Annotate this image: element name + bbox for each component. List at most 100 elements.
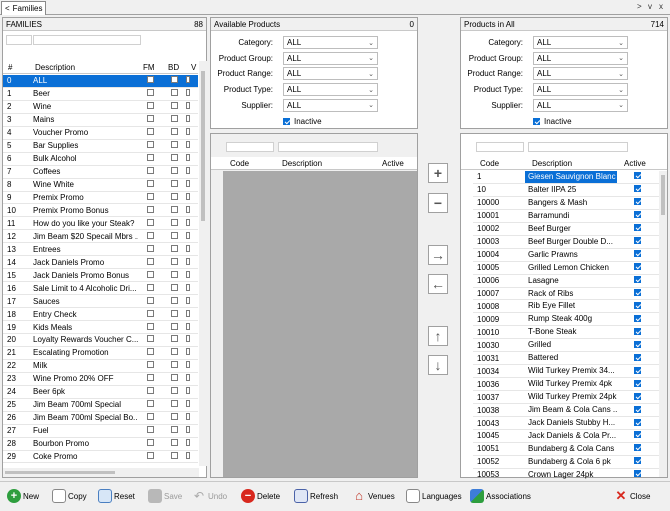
v-checkbox[interactable] — [186, 439, 190, 447]
fm-checkbox[interactable] — [147, 296, 154, 304]
table-row[interactable]: 23 Wine Promo 20% OFF — [3, 373, 198, 386]
fm-checkbox[interactable] — [147, 283, 154, 291]
table-row[interactable]: 29 Coke Promo — [3, 451, 198, 464]
bd-checkbox[interactable] — [171, 218, 178, 226]
fm-checkbox[interactable] — [147, 361, 154, 369]
active-checkbox[interactable] — [633, 431, 641, 439]
active-checkbox[interactable] — [633, 237, 641, 245]
table-row[interactable]: 4 Voucher Promo — [3, 127, 198, 140]
v-checkbox[interactable] — [186, 193, 190, 201]
table-row[interactable]: 19 Kids Meals — [3, 321, 198, 334]
tab-list-chevron[interactable]: v — [648, 2, 652, 11]
fm-checkbox[interactable] — [147, 257, 154, 265]
families-filter-number[interactable] — [6, 35, 32, 45]
table-row[interactable]: 1 Giesen Sauvignon Blanc — [473, 170, 659, 184]
active-checkbox[interactable] — [633, 444, 641, 452]
table-row[interactable]: 10010 T-Bone Steak — [473, 326, 659, 340]
table-row[interactable]: 10007 Rack of Ribs — [473, 288, 659, 301]
table-row[interactable]: 10005 Grilled Lemon Chicken — [473, 262, 659, 275]
table-row[interactable]: 10004 Garlic Prawns — [473, 249, 659, 262]
v-checkbox[interactable] — [186, 296, 190, 304]
refresh-button[interactable]: Refresh — [294, 489, 338, 503]
table-row[interactable]: 0 ALL — [3, 75, 198, 88]
table-row[interactable]: 3 Mains — [3, 114, 198, 127]
venues-button[interactable]: ⌂ Venues — [352, 489, 395, 503]
table-row[interactable]: 10001 Barramundi — [473, 210, 659, 223]
table-row[interactable]: 10036 Wild Turkey Premix 4pk — [473, 378, 659, 392]
v-checkbox[interactable] — [186, 270, 190, 278]
bd-checkbox[interactable] — [171, 439, 178, 447]
v-checkbox[interactable] — [186, 167, 190, 175]
active-checkbox[interactable] — [633, 366, 641, 374]
fm-checkbox[interactable] — [147, 115, 154, 123]
add-product-button[interactable]: + — [428, 163, 448, 183]
v-checkbox[interactable] — [186, 348, 190, 356]
available-col-active[interactable]: Active — [377, 159, 417, 168]
bd-checkbox[interactable] — [171, 400, 178, 408]
active-checkbox[interactable] — [633, 198, 641, 206]
table-row[interactable]: 27 Fuel — [3, 425, 198, 438]
table-row[interactable]: 9 Premix Promo — [3, 192, 198, 205]
bd-checkbox[interactable] — [171, 413, 178, 421]
fm-checkbox[interactable] — [147, 141, 154, 149]
table-row[interactable]: 6 Bulk Alcohol — [3, 153, 198, 166]
v-checkbox[interactable] — [186, 154, 190, 162]
fm-checkbox[interactable] — [147, 76, 154, 84]
inall-col-description[interactable]: Description — [527, 159, 619, 168]
filter-combo[interactable]: ALL ⌄ — [533, 98, 628, 112]
v-checkbox[interactable] — [186, 76, 190, 84]
active-checkbox[interactable] — [633, 172, 641, 180]
move-right-button[interactable]: → — [428, 245, 448, 265]
languages-button[interactable]: Languages — [406, 489, 462, 503]
bd-checkbox[interactable] — [171, 193, 178, 201]
bd-checkbox[interactable] — [171, 348, 178, 356]
col-bd[interactable]: BD — [163, 63, 186, 72]
active-checkbox[interactable] — [633, 418, 641, 426]
fm-checkbox[interactable] — [147, 452, 154, 460]
fm-checkbox[interactable] — [147, 218, 154, 226]
inall-inactive-checkbox[interactable] — [533, 118, 540, 125]
active-checkbox[interactable] — [633, 263, 641, 271]
table-row[interactable]: 10002 Beef Burger — [473, 223, 659, 236]
filter-combo[interactable]: ALL ⌄ — [283, 51, 378, 65]
fm-checkbox[interactable] — [147, 244, 154, 252]
v-checkbox[interactable] — [186, 413, 190, 421]
active-checkbox[interactable] — [633, 185, 641, 193]
bd-checkbox[interactable] — [171, 205, 178, 213]
filter-combo[interactable]: ALL ⌄ — [533, 83, 628, 97]
available-col-description[interactable]: Description — [277, 159, 377, 168]
active-checkbox[interactable] — [633, 250, 641, 258]
v-checkbox[interactable] — [186, 115, 190, 123]
fm-checkbox[interactable] — [147, 335, 154, 343]
active-checkbox[interactable] — [633, 353, 641, 361]
table-row[interactable]: 10000 Bangers & Mash — [473, 197, 659, 210]
table-row[interactable]: 10 Balter IIPA 25 — [473, 184, 659, 197]
table-row[interactable]: 10037 Wild Turkey Premix 24pk — [473, 391, 659, 405]
filter-combo[interactable]: ALL ⌄ — [533, 67, 628, 81]
active-checkbox[interactable] — [633, 211, 641, 219]
table-row[interactable]: 8 Wine White — [3, 179, 198, 192]
v-checkbox[interactable] — [186, 452, 190, 460]
active-checkbox[interactable] — [633, 392, 641, 400]
table-row[interactable]: 10003 Beef Burger Double D... — [473, 236, 659, 249]
active-checkbox[interactable] — [633, 457, 641, 465]
move-up-button[interactable]: ↑ — [428, 326, 448, 346]
table-row[interactable]: 2 Wine — [3, 101, 198, 114]
table-row[interactable]: 25 Jim Beam 700ml Special — [3, 399, 198, 412]
active-checkbox[interactable] — [633, 276, 641, 284]
table-row[interactable]: 11 How do you like your Steak? — [3, 217, 198, 231]
fm-checkbox[interactable] — [147, 400, 154, 408]
fm-checkbox[interactable] — [147, 205, 154, 213]
new-button[interactable]: + New — [7, 489, 39, 503]
col-fm[interactable]: FM — [138, 63, 163, 72]
bd-checkbox[interactable] — [171, 102, 178, 110]
bd-checkbox[interactable] — [171, 141, 178, 149]
v-checkbox[interactable] — [186, 102, 190, 110]
fm-checkbox[interactable] — [147, 180, 154, 188]
filter-combo[interactable]: ALL ⌄ — [533, 36, 628, 49]
table-row[interactable]: 17 Sauces — [3, 295, 198, 309]
bd-checkbox[interactable] — [171, 335, 178, 343]
table-row[interactable]: 10053 Crown Lager 24pk — [473, 469, 659, 482]
fm-checkbox[interactable] — [147, 270, 154, 278]
bd-checkbox[interactable] — [171, 89, 178, 97]
